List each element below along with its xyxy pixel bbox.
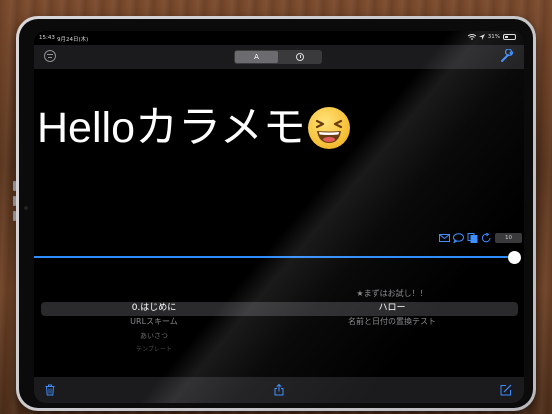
picker-item[interactable]: 名前と日付の置換テスト (272, 315, 512, 329)
memo-text[interactable]: Helloカラメモ (37, 93, 350, 155)
chat-bubble-icon[interactable] (453, 233, 464, 243)
ipad-device: 15:43 9月24日(木) 31% A Helloカラメモ 10 0.はじめに… (13, 16, 536, 411)
picker-item[interactable]: テンプレート (34, 343, 274, 357)
status-indicators: 31% (467, 34, 516, 40)
slider-thumb[interactable] (508, 251, 521, 264)
font-size-slider[interactable] (34, 249, 524, 265)
device-side-button (13, 211, 16, 221)
device-side-button (13, 196, 16, 206)
grinning-squinting-face-icon (307, 107, 350, 149)
navigation-bar: A (34, 45, 524, 69)
picker-item[interactable]: URLスキーム (34, 315, 274, 329)
status-bar: 15:43 9月24日(木) 31% (34, 31, 524, 45)
battery-percent: 31% (487, 34, 500, 40)
device-side-button (13, 181, 16, 191)
picker-item[interactable]: あいさつ (34, 329, 274, 343)
segment-text-mode[interactable]: A (235, 51, 278, 63)
share-icon[interactable] (273, 384, 285, 396)
status-date: 9月24日(木) (57, 37, 89, 43)
battery-icon (503, 34, 516, 40)
refresh-icon[interactable] (481, 233, 492, 243)
app-screen: 15:43 9月24日(木) 31% A Helloカラメモ 10 0.はじめに… (34, 31, 524, 403)
memo-text-content: Helloカラメモ (37, 104, 306, 152)
clock-icon (295, 53, 304, 61)
picker-column-memo[interactable]: ★まずはお試し！！ ハロー 名前と日付の置換テスト (272, 287, 512, 329)
mode-segmented-control: A (234, 50, 322, 64)
picker-item-selected[interactable]: 0.はじめに (34, 301, 274, 315)
camera (24, 206, 28, 210)
mail-icon[interactable] (439, 233, 450, 243)
device-bezel: 15:43 9月24日(木) 31% A Helloカラメモ 10 0.はじめに… (19, 19, 533, 408)
compose-icon[interactable] (500, 384, 512, 396)
tool-row: 10 (439, 233, 522, 243)
memo-text-area[interactable]: Helloカラメモ (34, 69, 524, 219)
copy-icon[interactable] (467, 233, 478, 243)
bottom-toolbar (34, 377, 524, 403)
picker-column-category[interactable]: 0.はじめに URLスキーム あいさつ テンプレート (34, 287, 274, 357)
picker-item[interactable]: ★まずはお試し！！ (272, 287, 512, 301)
memo-picker[interactable]: 0.はじめに URLスキーム あいさつ テンプレート ★まずはお試し！！ ハロー… (34, 287, 524, 367)
status-time: 15:43 (39, 35, 55, 41)
location-icon (478, 34, 485, 40)
wrench-icon[interactable] (500, 49, 514, 63)
list-circle-icon[interactable] (44, 50, 56, 62)
picker-item-selected[interactable]: ハロー (272, 301, 512, 315)
count-field[interactable]: 10 (495, 233, 522, 243)
wifi-icon (467, 34, 476, 40)
slider-track (34, 256, 514, 258)
trash-icon[interactable] (44, 384, 56, 396)
segment-history-mode[interactable] (278, 51, 321, 63)
picker-item[interactable] (34, 287, 274, 301)
